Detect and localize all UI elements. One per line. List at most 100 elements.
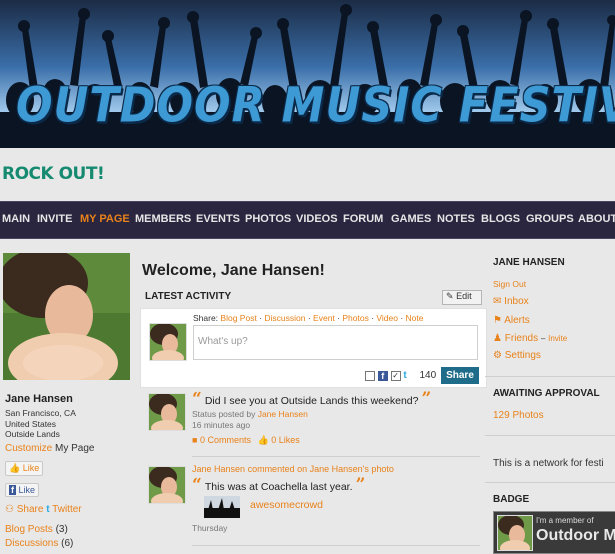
inbox-row[interactable]: ✉ Inbox [493,296,529,307]
facebook-icon: f [9,485,16,495]
discussions-count: (6) [61,538,74,549]
thumbs-up-icon: 👍 [9,463,21,473]
nav-item-blogs[interactable]: BLOGS [481,213,520,225]
blog-posts-count: (3) [55,524,68,535]
nav-item-invite[interactable]: INVITE [37,213,72,225]
main-nav: MAIN INVITE MY PAGE MEMBERS EVENTS PHOTO… [0,201,615,239]
comment-photo-caption[interactable]: awesomecrowd [250,499,323,511]
customize-link[interactable]: Customize [5,443,52,454]
twitter-crosspost-checkbox[interactable]: ✓ [390,370,401,381]
activity-divider [192,456,480,457]
blog-posts-link[interactable]: Blog Posts [5,524,53,535]
sidebar-divider [485,376,615,377]
character-count: 140 [419,370,437,382]
share-button[interactable]: Share [441,367,479,384]
nav-item-my-page[interactable]: MY PAGE [80,213,130,225]
edit-button[interactable]: ✎ Edit [442,290,482,305]
share-label: Share: [193,313,219,323]
nav-item-notes[interactable]: NOTES [437,213,475,225]
gear-icon: ⚙ [493,350,502,361]
activity-status-text: “ Did I see you at Outside Lands this we… [192,389,431,409]
like-button-label: Like [22,463,40,473]
customize-row: Customize My Page [5,443,95,454]
alerts-link[interactable]: Alerts [504,315,530,326]
discussions-row: Discussions (6) [5,538,73,549]
activity-avatar[interactable] [148,393,186,431]
status-input[interactable]: What's up? [193,325,478,360]
comment-activity-header: Jane Hansen commented on Jane Hansen's p… [192,464,394,474]
close-quote-icon: ” [355,475,366,495]
badge-network-name: Outdoor M [536,527,615,544]
nav-item-about[interactable]: ABOUT [578,213,615,225]
profile-name: Jane Hansen [5,393,73,405]
member-badge[interactable]: I'm a member of Outdoor M [493,511,615,554]
like-button[interactable]: 👍 Like [5,461,44,476]
share-box: Share: Blog Post · Discussion · Event · … [140,308,487,388]
close-quote-icon: ” [421,389,432,409]
twitter-link[interactable]: Twitter [52,504,81,515]
nav-item-main[interactable]: MAIN [2,213,30,225]
share-types-row: Share: Blog Post · Discussion · Event · … [193,313,424,323]
comment-photo-thumbnail[interactable] [204,496,240,518]
status-input-placeholder: What's up? [198,336,248,347]
nav-item-games[interactable]: GAMES [391,213,431,225]
nav-item-photos[interactable]: PHOTOS [245,213,291,225]
awaiting-photos-link[interactable]: 129 Photos [493,410,544,421]
friends-icon: ♟ [493,333,502,344]
profile-photo[interactable] [3,253,130,380]
comment-timestamp: Thursday [192,523,228,533]
share-row: ⚇ Share t Twitter [5,504,82,515]
banner-title: OUTDOOR MUSIC FESTIVALS [16,78,615,134]
sign-out-link[interactable]: Sign Out [493,279,526,289]
alerts-flag-icon: ⚑ [493,315,502,326]
edit-button-label: Edit [456,291,472,301]
invite-friends-link[interactable]: Invite [548,334,567,343]
share-icon: ⚇ [5,504,14,515]
settings-row[interactable]: ⚙ Settings [493,350,541,361]
facebook-icon: f [377,370,388,381]
my-page-label: My Page [55,443,95,454]
nav-item-forum[interactable]: FORUM [343,213,383,225]
profile-location-country: United States [5,419,57,429]
facebook-crosspost-checkbox[interactable] [365,370,375,381]
twitter-icon: t [46,504,50,515]
nav-item-members[interactable]: MEMBERS [135,213,191,225]
envelope-icon: ✉ [493,296,502,307]
alerts-row[interactable]: ⚑ Alerts [493,315,530,326]
profile-location-city: San Francisco, CA [5,408,76,418]
comment-target-link[interactable]: Jane Hansen's photo [310,464,394,474]
open-quote-icon: “ [192,475,202,495]
welcome-heading: Welcome, Jane Hansen! [142,262,325,279]
nav-item-videos[interactable]: VIDEOS [296,213,338,225]
facebook-like-button[interactable]: f Like [5,483,40,497]
friends-link[interactable]: Friends [505,333,538,344]
status-byline-prefix: Status posted by [192,409,256,419]
share-type-video[interactable]: Video [376,313,398,323]
discussions-link[interactable]: Discussions [5,538,58,549]
profile-location-festival: Outside Lands [5,429,60,439]
nav-item-groups[interactable]: GROUPS [526,213,574,225]
settings-link[interactable]: Settings [505,350,541,361]
share-type-discussion[interactable]: Discussion [264,313,305,323]
activity-divider [192,545,480,546]
likes-link[interactable]: 0 Likes [271,435,300,445]
comments-link[interactable]: 0 Comments [200,435,251,445]
badge-member-text: I'm a member of [536,516,594,525]
inbox-link[interactable]: Inbox [504,296,528,307]
site-banner[interactable]: OUTDOOR MUSIC FESTIVALS [0,0,615,148]
share-avatar [149,323,187,361]
comment-icon: ■ [192,435,198,445]
share-type-note[interactable]: Note [406,313,424,323]
nav-item-events[interactable]: EVENTS [196,213,240,225]
status-author-link[interactable]: Jane Hansen [258,409,308,419]
comment-actor-link[interactable]: Jane Hansen [192,464,245,474]
badge-heading: BADGE [493,494,530,505]
thumbs-up-icon: 👍 [257,435,269,445]
share-link[interactable]: Share [17,504,44,515]
share-type-photos[interactable]: Photos [342,313,368,323]
share-type-blog-post[interactable]: Blog Post [220,313,256,323]
share-type-event[interactable]: Event [313,313,335,323]
comment-text: This was at Coachella last year. [204,481,353,493]
blog-posts-row: Blog Posts (3) [5,524,68,535]
activity-avatar[interactable] [148,466,186,504]
